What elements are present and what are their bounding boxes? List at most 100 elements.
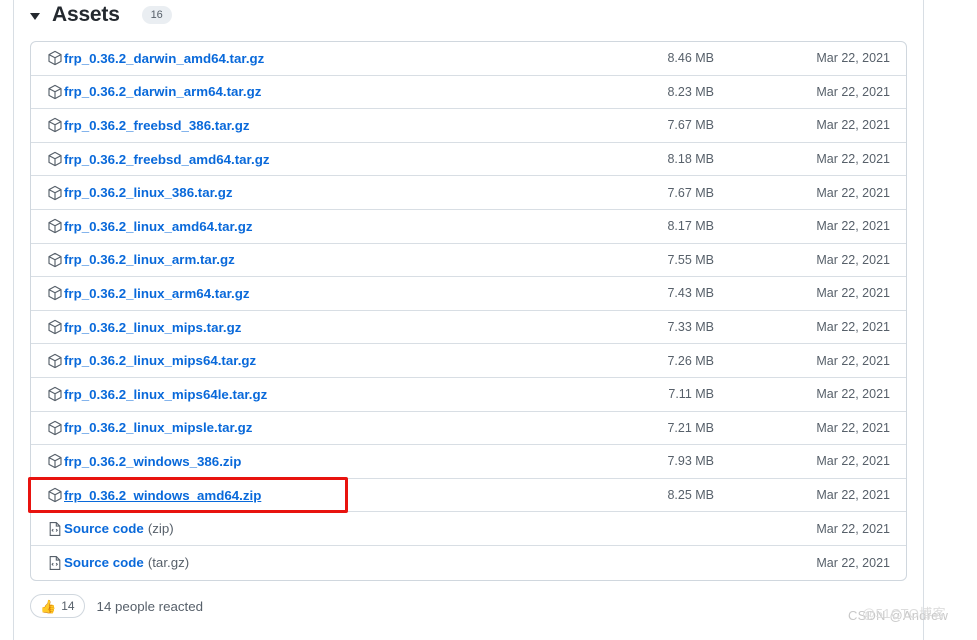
asset-name-cell: frp_0.36.2_linux_arm64.tar.gz [47,285,594,301]
package-icon [47,386,63,402]
package-icon [47,319,63,335]
asset-date: Mar 22, 2021 [816,84,890,99]
watermark-secondary: CSDN @Andrew [848,608,949,623]
asset-download-link[interactable]: frp_0.36.2_freebsd_386.tar.gz [64,118,250,133]
chevron-down-icon[interactable] [30,12,40,20]
table-row: Source code (tar.gz) Mar 22, 2021 [31,546,906,580]
watermark-primary: @51CTO博客 [862,606,947,621]
asset-size: 7.67 MB [667,118,714,133]
asset-size: 8.46 MB [667,51,714,66]
table-row: frp_0.36.2_linux_mips.tar.gz 7.33 MB Mar 2… [31,311,906,345]
asset-download-link[interactable]: frp_0.36.2_linux_mips.tar.gz [64,320,241,335]
asset-name-cell: frp_0.36.2_darwin_amd64.tar.gz [47,50,594,66]
asset-date: Mar 22, 2021 [816,353,890,368]
asset-date: Mar 22, 2021 [816,118,890,133]
asset-name-cell: Source code (zip) [47,521,594,537]
package-icon [47,453,63,469]
assets-table: frp_0.36.2_darwin_amd64.tar.gz 8.46 MB Mar… [30,41,907,581]
asset-date: Mar 22, 2021 [816,252,890,267]
reaction-thumbsup-button[interactable]: 👍 14 [30,594,85,618]
asset-download-link[interactable]: Source code [64,521,144,536]
thumbs-up-icon: 👍 [40,598,57,614]
asset-name-cell: Source code (tar.gz) [47,555,594,571]
asset-download-link[interactable]: frp_0.36.2_windows_386.zip [64,454,241,469]
asset-date: Mar 22, 2021 [816,185,890,200]
package-icon [47,151,63,167]
package-icon [47,252,63,268]
assets-count-badge: 16 [141,6,172,24]
asset-name-cell: frp_0.36.2_linux_mips.tar.gz [47,319,594,335]
asset-size: 8.18 MB [667,152,714,167]
reaction-count: 14 [61,599,75,613]
table-row: frp_0.36.2_linux_amd64.tar.gz 8.17 MB Mar … [31,210,906,244]
table-row: frp_0.36.2_linux_386.tar.gz 7.67 MB Mar 22… [31,176,906,210]
asset-date: Mar 22, 2021 [816,51,890,66]
asset-size: 7.93 MB [667,454,714,469]
package-icon [47,117,63,133]
asset-download-link[interactable]: frp_0.36.2_windows_amd64.zip [64,488,261,503]
asset-download-link[interactable]: frp_0.36.2_freebsd_amd64.tar.gz [64,152,269,167]
asset-size: 7.67 MB [667,185,714,200]
asset-date: Mar 22, 2021 [816,219,890,234]
package-icon [47,84,63,100]
table-row: frp_0.36.2_linux_mips64le.tar.gz 7.11 MB M… [31,378,906,412]
page-title: Assets [52,3,120,26]
package-icon [47,285,63,301]
asset-date: Mar 22, 2021 [816,521,890,536]
asset-format-suffix: (tar.gz) [147,555,190,571]
asset-download-link[interactable]: frp_0.36.2_linux_amd64.tar.gz [64,219,252,234]
reactions-bar: 👍 14 14 people reacted [30,594,203,618]
asset-size: 7.26 MB [667,353,714,368]
asset-date: Mar 22, 2021 [816,387,890,402]
asset-download-link[interactable]: frp_0.36.2_darwin_amd64.tar.gz [64,51,264,66]
table-row: frp_0.36.2_linux_mipsle.tar.gz 7.21 MB Mar… [31,412,906,446]
asset-format-suffix: (zip) [147,521,174,537]
asset-name-cell: frp_0.36.2_linux_mips64le.tar.gz [47,386,594,402]
asset-name-cell: frp_0.36.2_freebsd_amd64.tar.gz [47,151,594,167]
asset-download-link[interactable]: frp_0.36.2_linux_mips64le.tar.gz [64,387,267,402]
asset-download-link[interactable]: frp_0.36.2_linux_arm64.tar.gz [64,286,250,301]
reactions-summary: 14 people reacted [96,598,204,614]
asset-date: Mar 22, 2021 [816,320,890,335]
asset-size: 8.23 MB [667,84,714,99]
page-left-rule [13,0,14,640]
asset-download-link[interactable]: frp_0.36.2_linux_arm.tar.gz [64,252,235,267]
asset-download-link[interactable]: frp_0.36.2_linux_386.tar.gz [64,185,233,200]
table-row: frp_0.36.2_windows_amd64.zip 8.25 MB Mar 2… [31,479,906,513]
table-row: frp_0.36.2_freebsd_386.tar.gz 7.67 MB Mar … [31,109,906,143]
package-icon [47,353,63,369]
table-row: frp_0.36.2_darwin_amd64.tar.gz 8.46 MB Mar… [31,42,906,76]
asset-name-cell: frp_0.36.2_linux_386.tar.gz [47,185,594,201]
page-right-rule [923,0,924,640]
asset-date: Mar 22, 2021 [816,488,890,503]
asset-size: 7.11 MB [668,387,714,402]
asset-download-link[interactable]: frp_0.36.2_linux_mipsle.tar.gz [64,420,252,435]
asset-name-cell: frp_0.36.2_windows_amd64.zip [47,487,594,503]
package-icon [47,420,63,436]
table-row: frp_0.36.2_freebsd_amd64.tar.gz 8.18 MB Ma… [31,143,906,177]
asset-date: Mar 22, 2021 [816,454,890,469]
asset-date: Mar 22, 2021 [816,152,890,167]
file-code-icon [47,555,63,571]
package-icon [47,185,63,201]
table-row: frp_0.36.2_linux_arm64.tar.gz 7.43 MB Mar … [31,277,906,311]
asset-download-link[interactable]: Source code [64,555,144,570]
asset-date: Mar 22, 2021 [816,555,890,570]
asset-download-link[interactable]: frp_0.36.2_darwin_arm64.tar.gz [64,84,261,99]
asset-size: 7.33 MB [667,320,714,335]
asset-date: Mar 22, 2021 [816,420,890,435]
asset-size: 7.55 MB [667,252,714,267]
assets-section-header[interactable]: Assets 16 [30,0,172,30]
asset-name-cell: frp_0.36.2_darwin_arm64.tar.gz [47,84,594,100]
asset-download-link[interactable]: frp_0.36.2_linux_mips64.tar.gz [64,353,256,368]
asset-size: 8.25 MB [667,488,714,503]
table-row: frp_0.36.2_windows_386.zip 7.93 MB Mar 22,… [31,445,906,479]
asset-size: 8.17 MB [667,219,714,234]
package-icon [47,50,63,66]
asset-name-cell: frp_0.36.2_linux_arm.tar.gz [47,252,594,268]
asset-date: Mar 22, 2021 [816,286,890,301]
file-code-icon [47,521,63,537]
asset-name-cell: frp_0.36.2_freebsd_386.tar.gz [47,117,594,133]
asset-name-cell: frp_0.36.2_linux_amd64.tar.gz [47,218,594,234]
table-row: frp_0.36.2_darwin_arm64.tar.gz 8.23 MB Mar… [31,76,906,110]
